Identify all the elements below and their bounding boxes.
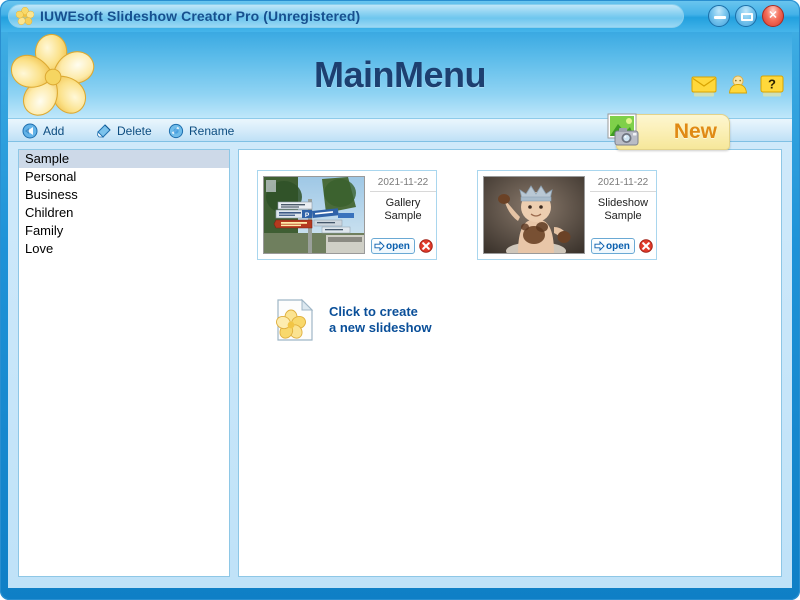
sidebar-item-children[interactable]: Children [19, 204, 229, 222]
slideshow-panel: P [238, 149, 782, 577]
app-flower-icon [16, 7, 34, 25]
slideshow-card[interactable]: P [257, 170, 437, 260]
new-button-label: New [674, 120, 717, 144]
create-new-line1: Click to create [329, 304, 418, 319]
delete-page-icon [96, 123, 112, 139]
sidebar-item-love[interactable]: Love [19, 240, 229, 258]
close-icon: ✕ [768, 11, 777, 22]
card-title-line1: Slideshow [598, 197, 648, 209]
card-actions: open [371, 237, 435, 255]
create-new-line2: a new slideshow [329, 320, 432, 335]
create-new-slideshow[interactable]: Click to create a new slideshow [275, 298, 432, 342]
page-title: MainMenu [8, 54, 792, 96]
thumbnail-image [484, 177, 584, 253]
svg-text:P: P [305, 212, 310, 219]
card-date: 2021-11-22 [590, 177, 656, 192]
card-details: 2021-11-22 Slideshow Sample open [590, 171, 656, 259]
header-banner: MainMenu ? [8, 32, 792, 118]
minimize-button[interactable] [708, 5, 730, 27]
open-arrow-icon [594, 241, 605, 251]
street-signs-photo: P [263, 176, 365, 254]
sidebar-item-sample[interactable]: Sample [19, 150, 229, 168]
maximize-icon [741, 13, 753, 21]
open-slideshow-button[interactable]: open [591, 238, 635, 254]
photo-camera-icon [605, 111, 647, 151]
open-label: open [386, 241, 410, 252]
rename-circle-icon [168, 123, 184, 139]
baby-with-crown-photo [483, 176, 585, 254]
slideshow-card[interactable]: 2021-11-22 Slideshow Sample open [477, 170, 657, 260]
open-slideshow-button[interactable]: open [371, 238, 415, 254]
sidebar-item-family[interactable]: Family [19, 222, 229, 240]
delete-slideshow-button[interactable] [639, 239, 653, 253]
new-document-flower-icon [275, 298, 315, 342]
card-title-line2: Sample [604, 210, 641, 222]
card-title-line2: Sample [384, 210, 421, 222]
svg-text:?: ? [768, 77, 776, 92]
new-slideshow-button[interactable]: New [616, 114, 730, 150]
toolbar-add-label: Add [43, 124, 64, 138]
mail-icon[interactable] [690, 74, 718, 98]
card-actions: open [591, 237, 655, 255]
sidebar-item-business[interactable]: Business [19, 186, 229, 204]
add-arrow-icon [22, 123, 38, 139]
flower-logo-icon [2, 32, 110, 124]
minimize-icon [714, 16, 726, 19]
card-details: 2021-11-22 Gallery Sample open [370, 171, 436, 259]
sidebar-item-personal[interactable]: Personal [19, 168, 229, 186]
card-date: 2021-11-22 [370, 177, 436, 192]
window-title: IUWEsoft Slideshow Creator Pro (Unregist… [40, 8, 360, 24]
toolbar-rename-label: Rename [189, 124, 234, 138]
toolbar-delete-label: Delete [117, 124, 152, 138]
card-title: Slideshow Sample [590, 197, 656, 223]
card-title: Gallery Sample [370, 197, 436, 223]
delete-slideshow-button[interactable] [419, 239, 433, 253]
maximize-button[interactable] [735, 5, 757, 27]
application-window: IUWEsoft Slideshow Creator Pro (Unregist… [0, 0, 800, 600]
help-icon[interactable]: ? [758, 74, 786, 98]
thumbnail-image: P [264, 177, 364, 253]
card-title-line1: Gallery [386, 197, 421, 209]
create-new-label: Click to create a new slideshow [329, 304, 432, 336]
close-button[interactable]: ✕ [762, 5, 784, 27]
open-arrow-icon [374, 241, 385, 251]
user-icon[interactable] [724, 74, 752, 98]
title-bar: IUWEsoft Slideshow Creator Pro (Unregist… [0, 0, 800, 32]
open-label: open [606, 241, 630, 252]
content-area: Sample Personal Business Children Family… [8, 142, 792, 588]
toolbar-rename-button[interactable]: Rename [168, 119, 234, 143]
category-list[interactable]: Sample Personal Business Children Family… [18, 149, 230, 577]
